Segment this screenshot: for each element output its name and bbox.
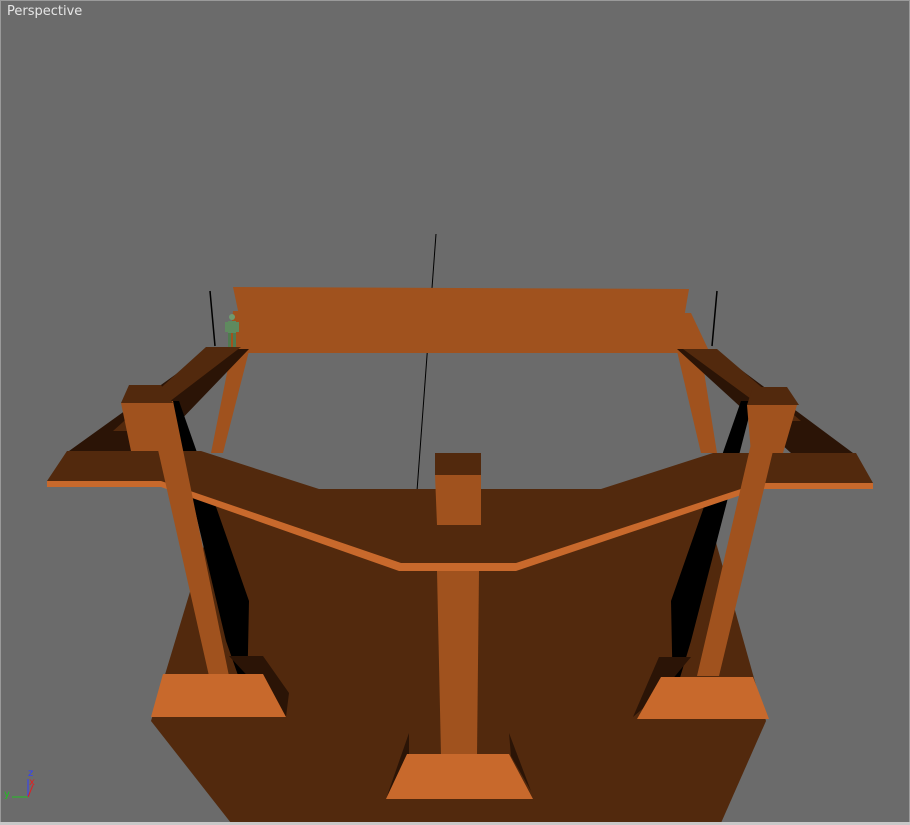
right-pillar-cap-top (747, 387, 799, 405)
left-post-line (209, 290, 216, 347)
axis-gizmo: z x y (4, 768, 35, 800)
scene-render[interactable]: z x y (1, 1, 909, 824)
axis-x-label: x (29, 777, 35, 788)
center-post (437, 571, 479, 756)
left-foot (151, 674, 286, 717)
back-beam (233, 287, 689, 353)
guide-line (416, 233, 437, 492)
right-post-line (711, 290, 718, 347)
cross-beam-front-right (759, 483, 873, 489)
center-foot (386, 754, 533, 799)
perspective-viewport[interactable]: z x y Perspective (0, 0, 910, 825)
axis-y-label: y (4, 789, 10, 800)
viewport-label[interactable]: Perspective (7, 4, 82, 19)
back-right-block (678, 313, 709, 353)
cross-beam-center (399, 563, 516, 571)
cross-beam-front (47, 481, 161, 487)
center-post-top (435, 453, 481, 475)
center-post-cap (435, 475, 481, 525)
